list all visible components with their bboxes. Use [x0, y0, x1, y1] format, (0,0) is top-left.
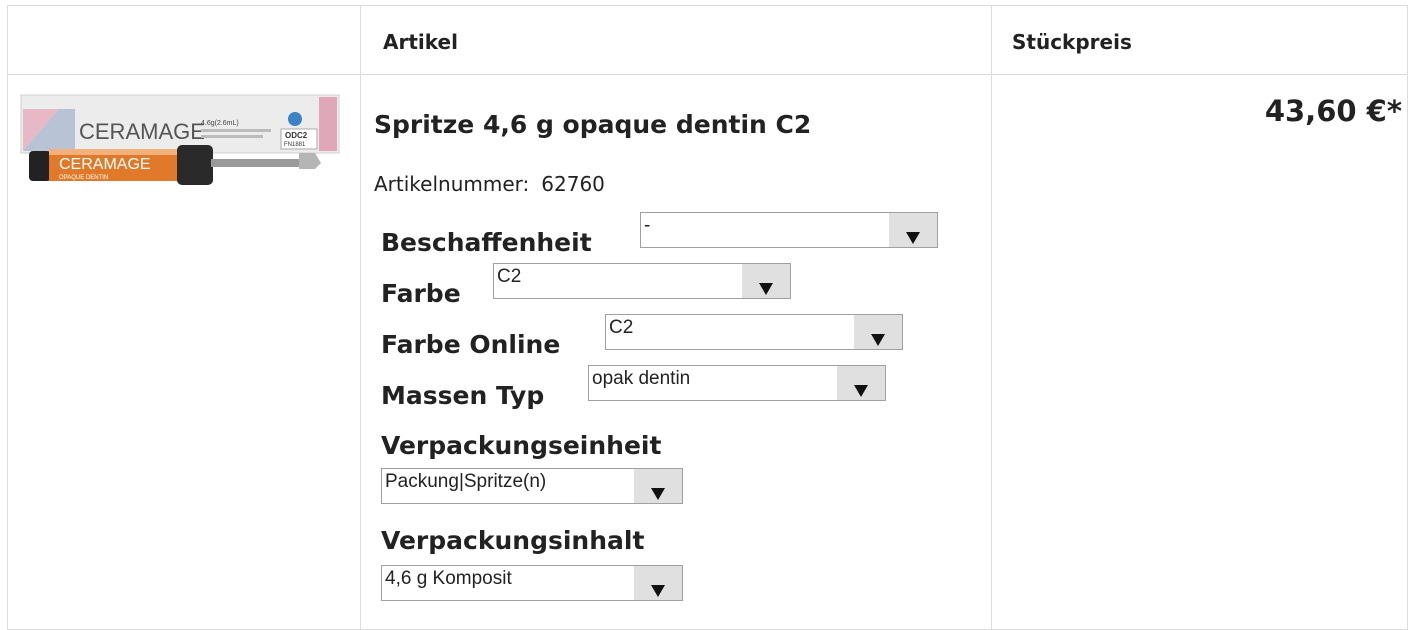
column-divider — [360, 6, 361, 629]
svg-text:4.6g(2.6mL): 4.6g(2.6mL) — [201, 120, 239, 127]
select-massen-typ[interactable]: opak dentin — [588, 365, 886, 401]
header-divider — [8, 74, 1407, 75]
column-divider — [991, 6, 992, 629]
product-title[interactable]: Spritze 4,6 g opaque dentin C2 — [374, 110, 811, 139]
dropdown-arrow-icon[interactable] — [854, 315, 902, 349]
select-value: C2 — [497, 266, 522, 287]
product-image[interactable]: CERAMAGE 4.6g(2.6mL) ODC2 FN1881 CERAMAG… — [19, 89, 341, 185]
select-beschaffenheit[interactable]: - — [640, 212, 938, 248]
select-verpackungseinheit[interactable]: Packung|Spritze(n) — [381, 468, 683, 504]
select-value: opak dentin — [592, 368, 691, 389]
article-number-label: Artikelnummer: — [374, 172, 530, 196]
dropdown-arrow-icon[interactable] — [742, 264, 790, 298]
svg-text:FN1881: FN1881 — [284, 142, 306, 148]
dropdown-arrow-icon[interactable] — [634, 469, 682, 503]
article-number: Artikelnummer: 62760 — [374, 172, 605, 196]
option-label-verpackungsinhalt: Verpackungsinhalt — [381, 526, 645, 555]
dropdown-arrow-icon[interactable] — [634, 566, 682, 600]
svg-text:OPAQUE DENTIN: OPAQUE DENTIN — [59, 175, 108, 181]
svg-text:ODC2: ODC2 — [285, 131, 308, 140]
option-label-verpackungseinheit: Verpackungseinheit — [381, 431, 662, 460]
select-value: 4,6 g Komposit — [385, 568, 512, 589]
option-label-farbe: Farbe — [381, 279, 461, 308]
select-farbe-online[interactable]: C2 — [605, 314, 903, 350]
svg-text:CERAMAGE: CERAMAGE — [59, 156, 151, 173]
select-verpackungsinhalt[interactable]: 4,6 g Komposit — [381, 565, 683, 601]
dropdown-arrow-icon[interactable] — [837, 366, 885, 400]
select-value: C2 — [609, 317, 634, 338]
select-farbe[interactable]: C2 — [493, 263, 791, 299]
option-label-farbe-online: Farbe Online — [381, 330, 561, 359]
article-number-value: 62760 — [541, 172, 605, 196]
column-header-unit-price: Stückpreis — [1012, 30, 1132, 54]
option-label-beschaffenheit: Beschaffenheit — [381, 228, 592, 257]
column-header-article: Artikel — [383, 30, 458, 54]
select-value: Packung|Spritze(n) — [385, 471, 547, 492]
unit-price: 43,60 €* — [1264, 94, 1402, 128]
select-value: - — [644, 215, 651, 236]
dropdown-arrow-icon[interactable] — [889, 213, 937, 247]
image-brand-text: CERAMAGE — [79, 119, 205, 144]
option-label-massen-typ: Massen Typ — [381, 381, 545, 410]
